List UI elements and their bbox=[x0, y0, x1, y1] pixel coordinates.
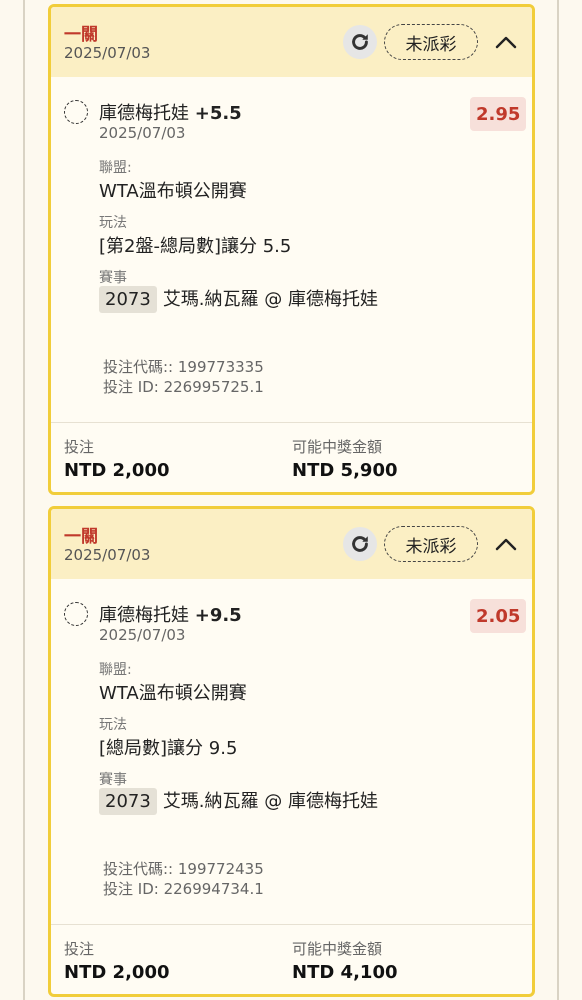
radio-unchecked-icon[interactable] bbox=[64, 602, 88, 626]
bet-id: 投注 ID: 226995725.1 bbox=[103, 378, 264, 396]
event-value: 2073 艾瑪.納瓦羅 @ 庫德梅托娃 bbox=[99, 285, 378, 313]
event-code: 2073 bbox=[99, 788, 157, 815]
bet-type: 一關 bbox=[64, 527, 98, 547]
market-value: [總局數]讓分 9.5 bbox=[99, 738, 238, 759]
payout-value: NTD 5,900 bbox=[292, 460, 398, 481]
event-name: 艾瑪.納瓦羅 @ 庫德梅托娃 bbox=[162, 289, 378, 310]
bet-card-footer: 投注 NTD 2,000 可能中獎金額 NTD 5,900 bbox=[51, 423, 532, 492]
stake-label: 投注 bbox=[64, 438, 95, 456]
selection-name: 庫德梅托娃 bbox=[99, 103, 189, 124]
selection: 庫德梅托娃 +5.5 bbox=[99, 99, 242, 125]
refresh-button[interactable] bbox=[343, 25, 377, 59]
bet-card-header: 一關 2025/07/03 未派彩 bbox=[51, 509, 532, 579]
bet-date: 2025/07/03 bbox=[64, 546, 151, 564]
selection-date: 2025/07/03 bbox=[99, 124, 186, 142]
radio-unchecked-icon[interactable] bbox=[64, 100, 88, 124]
chevron-up-icon bbox=[495, 36, 517, 49]
refresh-icon bbox=[352, 536, 368, 552]
chevron-up-icon bbox=[495, 538, 517, 551]
league-value: WTA溫布頓公開賽 bbox=[99, 683, 247, 704]
stake-label: 投注 bbox=[64, 940, 95, 958]
bet-card: 一關 2025/07/03 未派彩 庫德梅托娃 +9.5 2.05 2025/0… bbox=[48, 506, 535, 997]
league-label: 聯盟: bbox=[99, 662, 132, 678]
event-code: 2073 bbox=[99, 286, 157, 313]
event-value: 2073 艾瑪.納瓦羅 @ 庫德梅托娃 bbox=[99, 787, 378, 815]
stake-value: NTD 2,000 bbox=[64, 962, 170, 983]
selection-handicap: +5.5 bbox=[194, 103, 242, 124]
market-label: 玩法 bbox=[99, 717, 127, 733]
market-value: [第2盤-總局數]讓分 5.5 bbox=[99, 236, 292, 257]
payout-label: 可能中獎金額 bbox=[292, 438, 383, 456]
bet-card-body: 庫德梅托娃 +5.5 2.95 2025/07/03 聯盟: WTA溫布頓公開賽… bbox=[51, 77, 532, 423]
refresh-icon bbox=[352, 34, 368, 50]
bet-card-body: 庫德梅托娃 +9.5 2.05 2025/07/03 聯盟: WTA溫布頓公開賽… bbox=[51, 579, 532, 925]
refresh-button[interactable] bbox=[343, 527, 377, 561]
bet-code: 投注代碼:: 199773335 bbox=[103, 358, 264, 376]
collapse-button[interactable] bbox=[489, 527, 523, 561]
event-label: 賽事 bbox=[99, 772, 127, 788]
right-divider bbox=[557, 0, 559, 1000]
selection-date: 2025/07/03 bbox=[99, 626, 186, 644]
status-badge[interactable]: 未派彩 bbox=[384, 526, 478, 562]
bet-card-footer: 投注 NTD 2,000 可能中獎金額 NTD 4,100 bbox=[51, 925, 532, 994]
odds-badge: 2.95 bbox=[470, 97, 527, 131]
stake-value: NTD 2,000 bbox=[64, 460, 170, 481]
bet-card: 一關 2025/07/03 未派彩 庫德梅托娃 +5.5 2.95 2025/0… bbox=[48, 4, 535, 495]
bet-date: 2025/07/03 bbox=[64, 44, 151, 62]
bet-id: 投注 ID: 226994734.1 bbox=[103, 880, 264, 898]
payout-label: 可能中獎金額 bbox=[292, 940, 383, 958]
event-label: 賽事 bbox=[99, 270, 127, 286]
event-name: 艾瑪.納瓦羅 @ 庫德梅托娃 bbox=[162, 791, 378, 812]
selection: 庫德梅托娃 +9.5 bbox=[99, 601, 242, 627]
status-badge[interactable]: 未派彩 bbox=[384, 24, 478, 60]
odds-badge: 2.05 bbox=[470, 599, 527, 633]
left-divider bbox=[23, 0, 25, 1000]
collapse-button[interactable] bbox=[489, 25, 523, 59]
payout-value: NTD 4,100 bbox=[292, 962, 398, 983]
bet-card-header: 一關 2025/07/03 未派彩 bbox=[51, 7, 532, 77]
selection-name: 庫德梅托娃 bbox=[99, 605, 189, 626]
bet-history-page: 一關 2025/07/03 未派彩 庫德梅托娃 +5.5 2.95 2025/0… bbox=[0, 0, 582, 1000]
selection-handicap: +9.5 bbox=[194, 605, 242, 626]
league-label: 聯盟: bbox=[99, 160, 132, 176]
bet-code: 投注代碼:: 199772435 bbox=[103, 860, 264, 878]
league-value: WTA溫布頓公開賽 bbox=[99, 181, 247, 202]
bet-type: 一關 bbox=[64, 25, 98, 45]
market-label: 玩法 bbox=[99, 215, 127, 231]
